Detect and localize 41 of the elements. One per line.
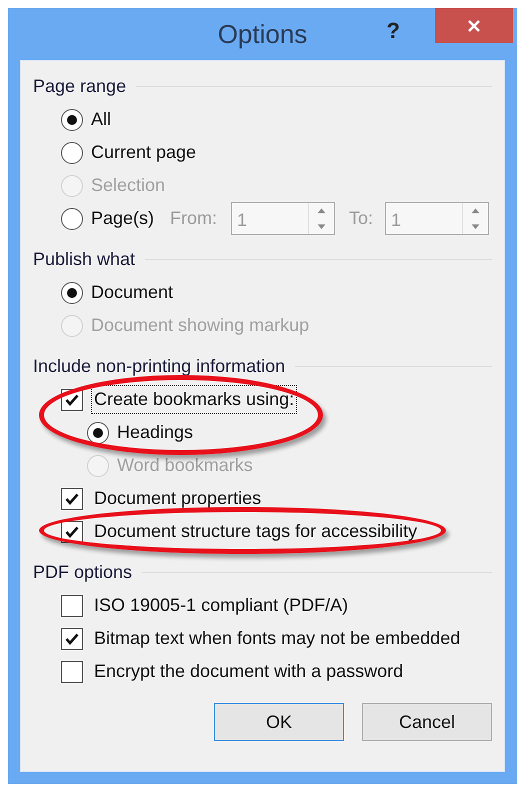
option-label: Document <box>91 281 174 304</box>
option-label: Word bookmarks <box>117 454 253 477</box>
close-button[interactable] <box>435 8 513 43</box>
section-heading: Page range <box>33 74 126 98</box>
to-label: To: <box>349 207 374 230</box>
checkmark-icon <box>65 526 79 538</box>
checkbox[interactable] <box>61 488 83 510</box>
checkmark-icon <box>65 394 79 406</box>
checkbox[interactable] <box>61 594 83 616</box>
close-icon <box>467 18 481 32</box>
option-label: Selection <box>91 174 166 197</box>
option-label: Create bookmarks using: <box>91 385 298 414</box>
checkmark-icon <box>65 632 79 644</box>
section-heading: Publish what <box>33 248 136 270</box>
help-button[interactable]: ? <box>386 14 400 47</box>
checkbox[interactable] <box>61 628 83 650</box>
spinner-value: 1 <box>390 209 402 232</box>
option-label: Current page <box>91 141 196 164</box>
dialog-button[interactable]: OK <box>214 703 344 741</box>
radio-button[interactable] <box>87 422 109 444</box>
option-label: All <box>91 108 112 131</box>
checkbox[interactable] <box>61 660 83 682</box>
section-heading: PDF options <box>33 560 132 584</box>
option-label: Bitmap text when fonts may not be embedded <box>93 627 462 650</box>
radio-button[interactable] <box>61 142 83 164</box>
dialog-button[interactable]: Cancel <box>362 703 492 741</box>
option-label: Document structure tags for accessibility <box>93 520 418 543</box>
radio-button[interactable] <box>61 282 83 304</box>
checkmark-icon <box>65 492 79 504</box>
spinner-value: 1 <box>236 209 248 232</box>
option-label: ISO 19005-1 compliant (PDF/A) <box>93 594 350 617</box>
radio-button[interactable] <box>61 108 83 130</box>
radio-button[interactable] <box>61 208 83 230</box>
option-label: Encrypt the document with a password <box>93 660 404 683</box>
from-label: From: <box>170 207 218 230</box>
section-heading: Include non-printing information <box>33 354 286 378</box>
option-label: Document properties <box>93 487 262 510</box>
option-label: Document showing markup <box>91 314 310 337</box>
option-label: Page(s) <box>91 207 154 230</box>
option-label: Headings <box>117 421 194 444</box>
window-title: Options <box>218 18 308 50</box>
